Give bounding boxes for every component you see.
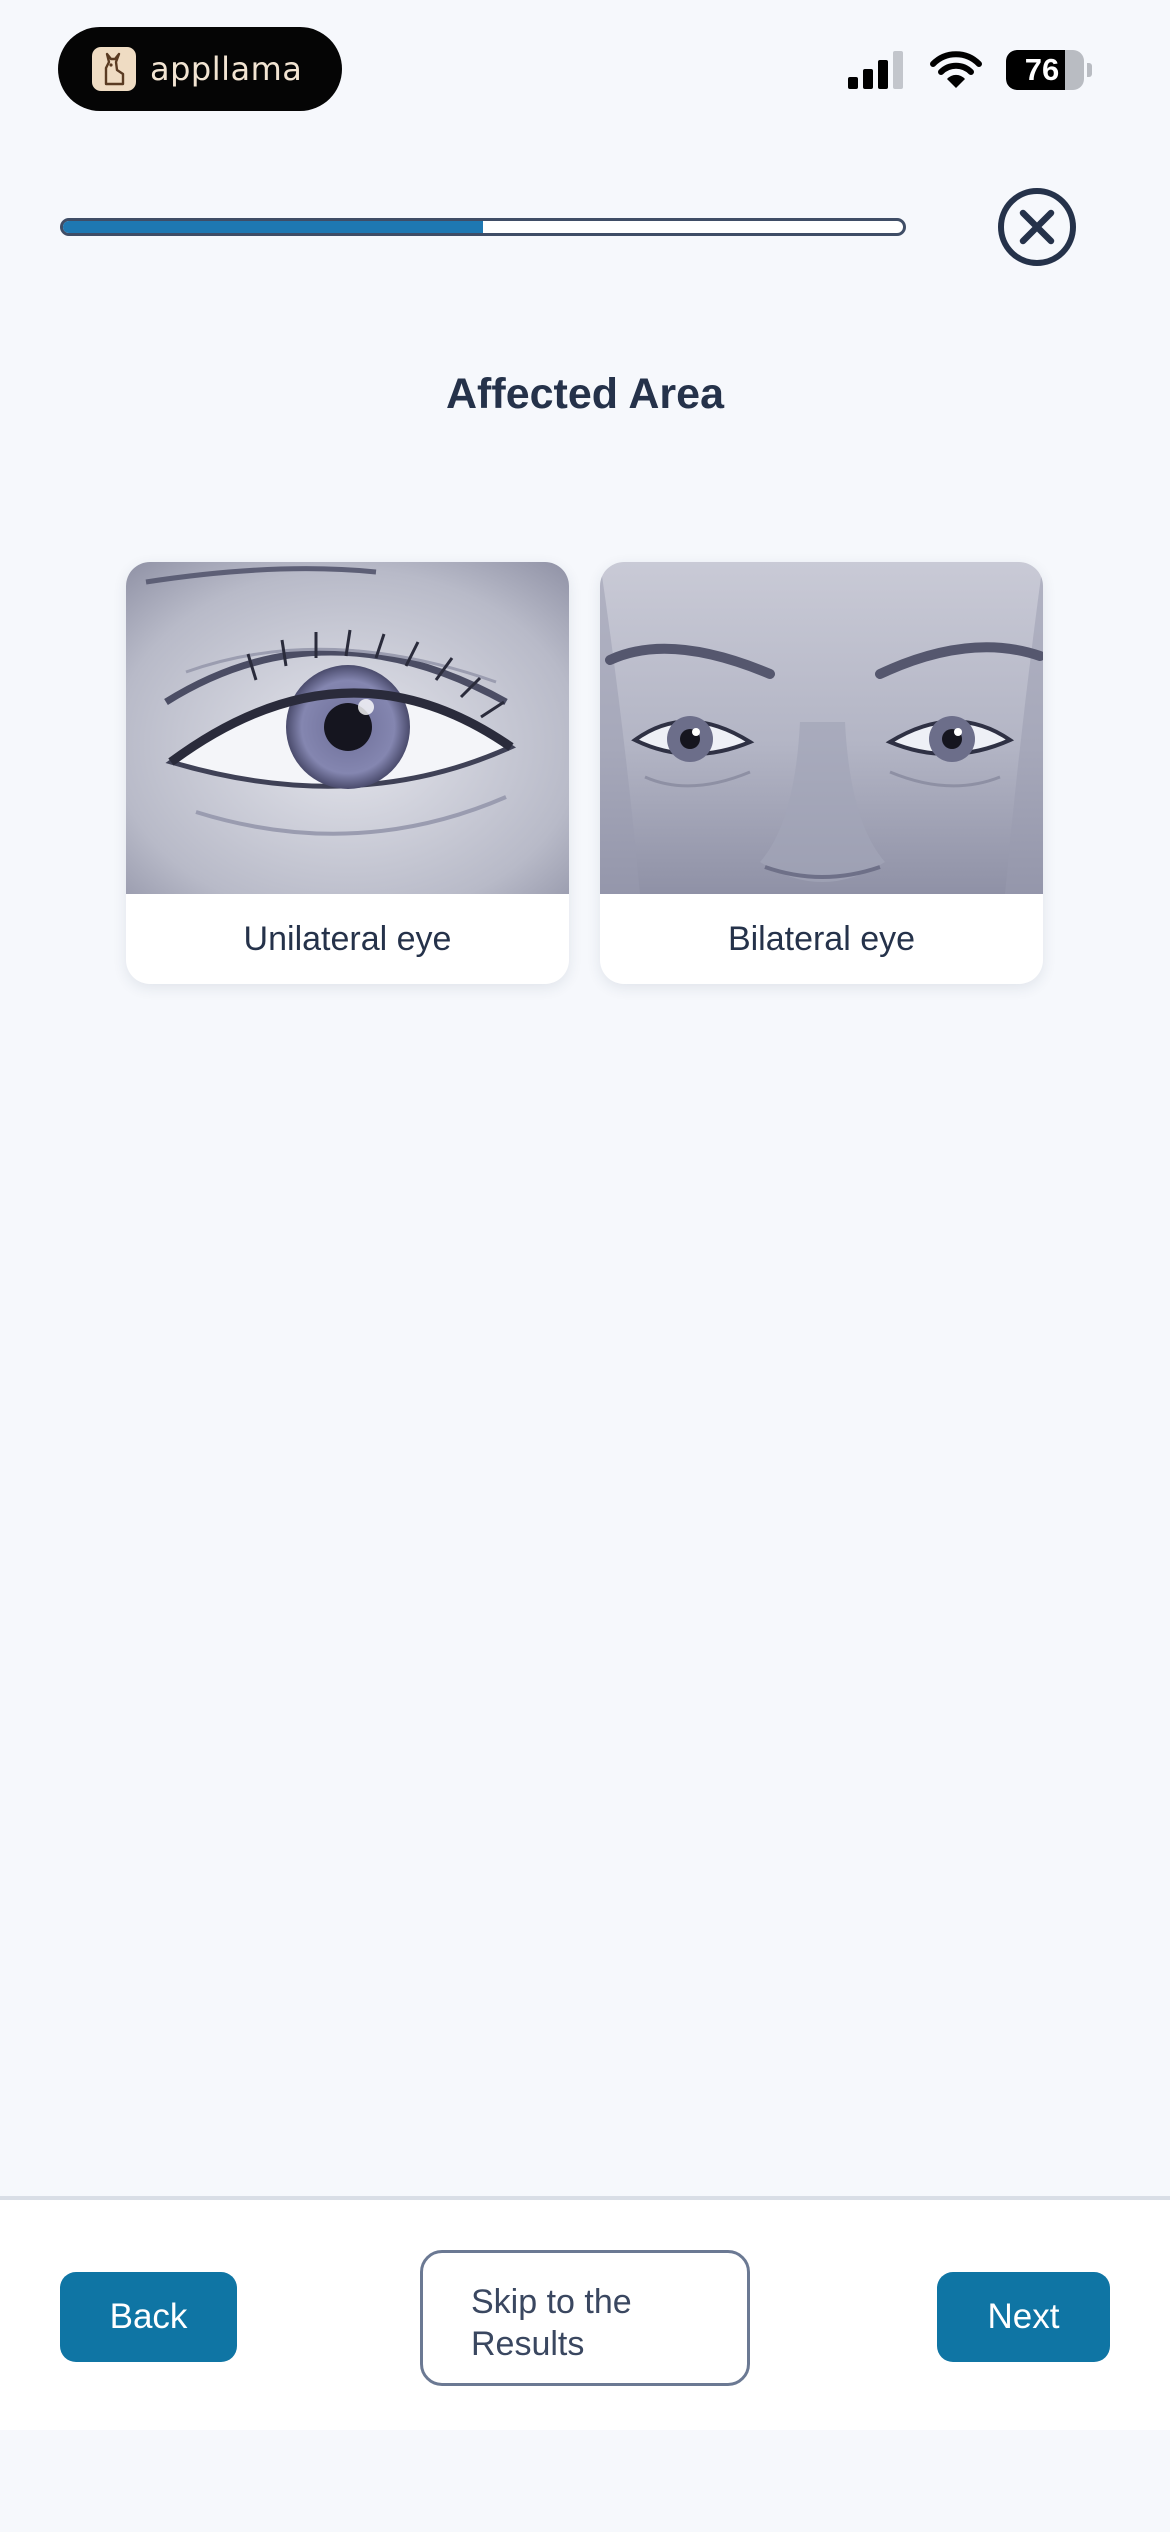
status-icons: 76 xyxy=(848,50,1092,90)
battery-cap xyxy=(1087,63,1092,77)
next-button[interactable]: Next xyxy=(937,2272,1110,2362)
battery-icon: 76 xyxy=(1006,50,1084,90)
cellular-signal-icon xyxy=(848,51,903,89)
option-label: Unilateral eye xyxy=(243,919,452,958)
both-eyes-illustration-icon xyxy=(600,562,1043,894)
single-eye-illustration-icon xyxy=(126,562,569,894)
option-bilateral-eye[interactable]: Bilateral eye xyxy=(600,562,1043,984)
app-name: appllama xyxy=(150,50,303,88)
option-unilateral-eye[interactable]: Unilateral eye xyxy=(126,562,569,984)
progress-fill xyxy=(63,221,483,233)
option-label: Bilateral eye xyxy=(727,919,916,958)
skip-to-results-button[interactable]: Skip to the Results xyxy=(420,2250,750,2386)
page-title: Affected Area xyxy=(446,370,724,418)
app-badge[interactable]: appllama xyxy=(58,27,342,111)
llama-logo-icon xyxy=(92,47,136,91)
wifi-icon xyxy=(930,51,982,88)
battery-level: 76 xyxy=(1024,52,1060,87)
back-button[interactable]: Back xyxy=(60,2272,237,2362)
footer-bar: Back Skip to the Results Next xyxy=(0,2196,1170,2430)
close-icon[interactable] xyxy=(997,187,1077,267)
progress-bar xyxy=(60,218,906,236)
